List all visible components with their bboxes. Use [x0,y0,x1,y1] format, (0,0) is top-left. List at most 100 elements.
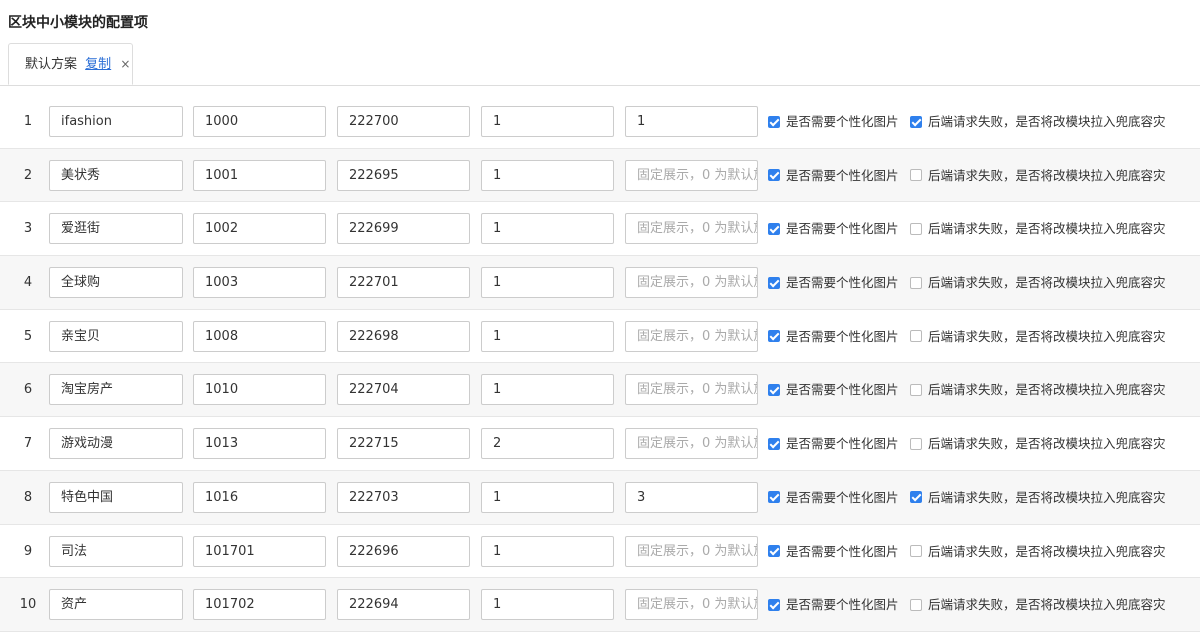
checkbox-icon[interactable] [910,115,922,128]
fallback-checkbox[interactable]: 后端请求失败，是否将改模块拉入兜底容灾 [910,256,1166,309]
module-name-field[interactable]: 特色中国 [49,481,183,513]
module-code-field[interactable]: 222695 [337,159,470,191]
count-field[interactable]: 1 [481,535,614,567]
fixed-position-field[interactable]: 固定展示，0 为默认放 [625,374,758,406]
fixed-position-field[interactable]: 固定展示，0 为默认放 [625,428,758,460]
checkbox-icon[interactable] [768,545,780,557]
checkbox-icon[interactable] [910,169,922,182]
table-row: 8 特色中国 1016 222703 1 3 是否需要个性化图片 后端请求失败，是否将改模块拉… [0,470,1200,525]
checkbox-icon[interactable] [768,222,780,235]
fallback-checkbox[interactable]: 后端请求失败，是否将改模块拉入兜底容灾 [910,471,1166,524]
checkbox-label: 是否需要个性化图片 [786,382,899,398]
module-name-field[interactable]: 司法 [49,535,183,567]
checkbox-icon[interactable] [768,491,780,504]
count-field[interactable]: 1 [481,320,614,352]
fallback-checkbox[interactable]: 后端请求失败，是否将改模块拉入兜底容灾 [910,95,1166,148]
fallback-checkbox[interactable]: 后端请求失败，是否将改模块拉入兜底容灾 [910,363,1166,416]
fixed-position-field[interactable]: 1 [625,106,758,137]
module-name-field[interactable]: 亲宝贝 [49,320,183,352]
module-id-field[interactable]: 1013 [193,428,326,460]
module-id-field[interactable]: 1000 [193,106,326,137]
module-code-field[interactable]: 222715 [337,428,470,460]
module-name-field[interactable]: 美状秀 [49,159,183,191]
module-name-field[interactable]: 爱逛街 [49,213,183,245]
count-field[interactable]: 1 [481,159,614,191]
checkbox-icon[interactable] [768,330,780,343]
personalized-image-checkbox[interactable]: 是否需要个性化图片 [768,95,899,148]
row-number: 2 [23,167,33,183]
checkbox-label: 是否需要个性化图片 [786,543,899,559]
table-row: 7 游戏动漫 1013 222715 2 固定展示，0 为默认放 是否需要个性化图片 后端请求… [0,417,1200,471]
checkbox-label: 后端请求失败，是否将改模块拉入兜底容灾 [928,167,1166,183]
checkbox-icon[interactable] [910,330,922,343]
module-code-field[interactable]: 222698 [337,320,470,352]
table-row: 4 全球购 1003 222701 1 固定展示，0 为默认放 是否需要个性化图片 后端请求失… [0,256,1200,310]
personalized-image-checkbox[interactable]: 是否需要个性化图片 [768,525,899,578]
module-code-field[interactable]: 222704 [337,374,470,406]
module-name-field[interactable]: ifashion [49,106,183,137]
module-id-field[interactable]: 1002 [193,213,326,245]
personalized-image-checkbox[interactable]: 是否需要个性化图片 [768,471,899,524]
checkbox-label: 是否需要个性化图片 [786,167,899,183]
module-code-field[interactable]: 222696 [337,535,470,567]
count-field[interactable]: 1 [481,213,614,245]
checkbox-label: 是否需要个性化图片 [786,275,899,291]
count-field[interactable]: 1 [481,267,614,299]
module-id-field[interactable]: 101701 [193,535,326,567]
table-row: 3 爱逛街 1002 222699 1 固定展示，0 为默认放 是否需要个性化图片 后端请求失… [0,202,1200,257]
module-code-field[interactable]: 222700 [337,106,470,137]
module-id-field[interactable]: 1010 [193,374,326,406]
fixed-position-field[interactable]: 固定展示，0 为默认放 [625,535,758,567]
personalized-image-checkbox[interactable]: 是否需要个性化图片 [768,363,899,416]
checkbox-icon[interactable] [910,545,922,557]
row-number: 3 [23,221,33,237]
close-icon[interactable]: × [120,57,130,71]
checkbox-icon[interactable] [910,437,922,450]
fixed-position-field[interactable]: 固定展示，0 为默认放 [625,320,758,352]
tab-default-plan[interactable]: 默认方案 复制 × [8,43,133,85]
module-code-field[interactable]: 222699 [337,213,470,245]
fixed-position-field[interactable]: 固定展示，0 为默认放 [625,267,758,299]
fallback-checkbox[interactable]: 后端请求失败，是否将改模块拉入兜底容灾 [910,149,1166,202]
module-id-field[interactable]: 1003 [193,267,326,299]
row-number: 1 [23,114,33,129]
fixed-position-field[interactable]: 固定展示，0 为默认放 [625,159,758,191]
checkbox-icon[interactable] [768,276,780,289]
checkbox-icon[interactable] [910,491,922,504]
checkbox-icon[interactable] [768,115,780,128]
personalized-image-checkbox[interactable]: 是否需要个性化图片 [768,310,899,363]
copy-link[interactable]: 复制 [85,57,111,72]
checkbox-icon[interactable] [768,169,780,182]
personalized-image-checkbox[interactable]: 是否需要个性化图片 [768,256,899,309]
module-code-field[interactable]: 222703 [337,481,470,513]
module-name-field[interactable]: 游戏动漫 [49,428,183,460]
checkbox-icon[interactable] [910,276,922,289]
count-field[interactable]: 1 [481,106,614,137]
count-field[interactable]: 2 [481,428,614,460]
module-name-field[interactable]: 淘宝房产 [49,374,183,406]
personalized-image-checkbox[interactable]: 是否需要个性化图片 [768,149,899,202]
table-row: 9 司法 101701 222696 1 固定展示，0 为默认放 是否需要个性化图片 后端请求… [0,525,1200,579]
personalized-image-checkbox[interactable]: 是否需要个性化图片 [768,202,899,255]
module-code-field[interactable]: 222701 [337,267,470,299]
fallback-checkbox[interactable]: 后端请求失败，是否将改模块拉入兜底容灾 [910,417,1166,470]
module-id-field[interactable]: 1008 [193,320,326,352]
fixed-position-field[interactable]: 固定展示，0 为默认放 [625,213,758,245]
module-id-field[interactable]: 1016 [193,481,326,513]
personalized-image-checkbox[interactable]: 是否需要个性化图片 [768,417,899,470]
tab-label: 默认方案 [25,57,78,72]
checkbox-label: 是否需要个性化图片 [786,489,899,505]
checkbox-icon[interactable] [768,383,780,396]
checkbox-icon[interactable] [910,383,922,396]
module-name-field[interactable]: 全球购 [49,267,183,299]
fallback-checkbox[interactable]: 后端请求失败，是否将改模块拉入兜底容灾 [910,525,1166,578]
count-field[interactable]: 1 [481,374,614,406]
fallback-checkbox[interactable]: 后端请求失败，是否将改模块拉入兜底容灾 [910,310,1166,363]
fallback-checkbox[interactable]: 后端请求失败，是否将改模块拉入兜底容灾 [910,202,1166,255]
checkbox-icon[interactable] [910,222,922,235]
checkbox-icon[interactable] [768,437,780,450]
checkbox-label: 是否需要个性化图片 [786,221,899,237]
fixed-position-field[interactable]: 3 [625,481,758,513]
count-field[interactable]: 1 [481,481,614,513]
module-id-field[interactable]: 1001 [193,159,326,191]
